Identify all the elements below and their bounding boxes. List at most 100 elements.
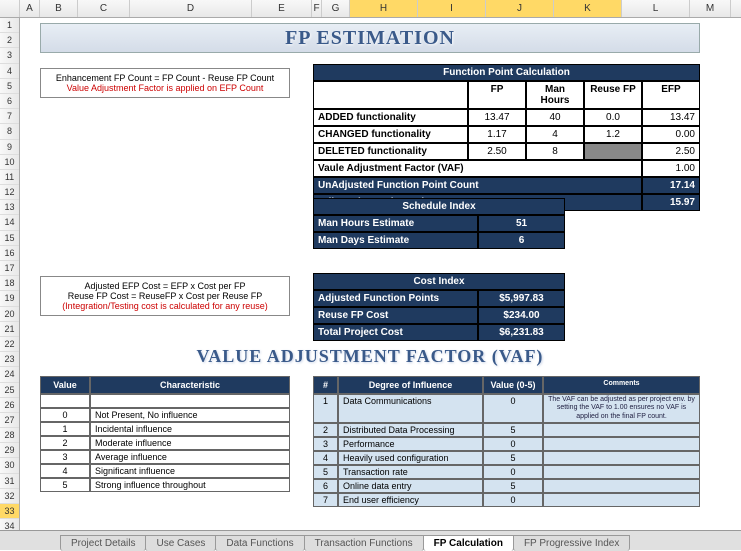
row-num-27[interactable]: 27 bbox=[0, 413, 19, 428]
row-num-21[interactable]: 21 bbox=[0, 322, 19, 337]
row-num-30[interactable]: 30 bbox=[0, 458, 19, 473]
row-num-25[interactable]: 25 bbox=[0, 383, 19, 398]
row-num-26[interactable]: 26 bbox=[0, 398, 19, 413]
row-num-3[interactable]: 3 bbox=[0, 48, 19, 63]
cost-row-2: Total Project Cost$6,231.83 bbox=[313, 324, 565, 341]
row-num-6[interactable]: 6 bbox=[0, 94, 19, 109]
note1-line2: Value Adjustment Factor is applied on EF… bbox=[47, 83, 283, 93]
row-num-9[interactable]: 9 bbox=[0, 140, 19, 155]
page-title: FP ESTIMATION bbox=[41, 24, 699, 52]
tab-use-cases[interactable]: Use Cases bbox=[145, 535, 216, 551]
fpc-row-1: CHANGED functionality1.1741.20.00 bbox=[313, 126, 700, 143]
row-num-11[interactable]: 11 bbox=[0, 170, 19, 185]
tab-project-details[interactable]: Project Details bbox=[60, 535, 146, 551]
doi-row-0: 1Data Communications0The VAF can be adju… bbox=[313, 394, 700, 423]
schedule-row-0: Man Hours Estimate51 bbox=[313, 215, 565, 232]
row-num-24[interactable]: 24 bbox=[0, 367, 19, 382]
note2-line1: Adjusted EFP Cost = EFP x Cost per FP bbox=[47, 281, 283, 291]
row-num-19[interactable]: 19 bbox=[0, 291, 19, 306]
row-num-13[interactable]: 13 bbox=[0, 200, 19, 215]
column-headers: ABCDEFGHIJKLM bbox=[0, 0, 741, 18]
fpc-header: Function Point Calculation bbox=[313, 64, 700, 81]
doi-table: # Degree of Influence Value (0-5) Commen… bbox=[313, 376, 700, 507]
value-characteristic-table: Value Characteristic 0Not Present, No in… bbox=[40, 376, 290, 492]
col-header-K[interactable]: K bbox=[554, 0, 622, 17]
col-header-J[interactable]: J bbox=[486, 0, 554, 17]
note-box-2: Adjusted EFP Cost = EFP x Cost per FP Re… bbox=[40, 276, 290, 316]
doi-row-4: 5Transaction rate0 bbox=[313, 465, 700, 479]
fpc-table: Function Point Calculation FP Man Hours … bbox=[313, 64, 700, 211]
tab-fp-calculation[interactable]: FP Calculation bbox=[423, 535, 514, 551]
doi-row-2: 3Performance0 bbox=[313, 437, 700, 451]
note-box-1: Enhancement FP Count = FP Count - Reuse … bbox=[40, 68, 290, 98]
row-num-20[interactable]: 20 bbox=[0, 307, 19, 322]
fpc-vaf-row: Vaule Adjustment Factor (VAF) 1.00 bbox=[313, 160, 700, 177]
col-header-F[interactable]: F bbox=[312, 0, 322, 17]
title-banner: FP ESTIMATION bbox=[40, 23, 700, 53]
tab-fp-progressive-index[interactable]: FP Progressive Index bbox=[513, 535, 630, 551]
doi-row-6: 7End user efficiency0 bbox=[313, 493, 700, 507]
row-num-17[interactable]: 17 bbox=[0, 261, 19, 276]
row-num-33[interactable]: 33 bbox=[0, 504, 19, 519]
row-num-15[interactable]: 15 bbox=[0, 231, 19, 246]
val-row-2: 2Moderate influence bbox=[40, 436, 290, 450]
row-num-5[interactable]: 5 bbox=[0, 79, 19, 94]
col-header-E[interactable]: E bbox=[252, 0, 312, 17]
row-num-4[interactable]: 4 bbox=[0, 64, 19, 79]
val-headers: Value Characteristic bbox=[40, 376, 290, 394]
val-row-5: 5Strong influence throughout bbox=[40, 478, 290, 492]
cost-table: Cost Index Adjusted Function Points$5,99… bbox=[313, 273, 565, 341]
col-header-B[interactable]: B bbox=[40, 0, 78, 17]
col-header-C[interactable]: C bbox=[78, 0, 130, 17]
col-header-H[interactable]: H bbox=[350, 0, 418, 17]
row-num-22[interactable]: 22 bbox=[0, 337, 19, 352]
col-header-G[interactable]: G bbox=[322, 0, 350, 17]
row-num-10[interactable]: 10 bbox=[0, 155, 19, 170]
col-header-D[interactable]: D bbox=[130, 0, 252, 17]
row-num-31[interactable]: 31 bbox=[0, 474, 19, 489]
vaf-title: VALUE ADJUSTMENT FACTOR (VAF) bbox=[40, 346, 700, 367]
row-num-7[interactable]: 7 bbox=[0, 109, 19, 124]
vaf-banner: VALUE ADJUSTMENT FACTOR (VAF) bbox=[40, 346, 700, 367]
note2-line3: (Integration/Testing cost is calculated … bbox=[47, 301, 283, 311]
row-num-8[interactable]: 8 bbox=[0, 124, 19, 139]
tab-data-functions[interactable]: Data Functions bbox=[215, 535, 304, 551]
col-header-I[interactable]: I bbox=[418, 0, 486, 17]
fpc-col-headers: FP Man Hours Reuse FP EFP bbox=[313, 81, 700, 109]
row-num-12[interactable]: 12 bbox=[0, 185, 19, 200]
doi-headers: # Degree of Influence Value (0-5) Commen… bbox=[313, 376, 700, 394]
row-num-2[interactable]: 2 bbox=[0, 33, 19, 48]
val-row-4: 4Significant influence bbox=[40, 464, 290, 478]
row-num-16[interactable]: 16 bbox=[0, 246, 19, 261]
cost-row-1: Reuse FP Cost$234.00 bbox=[313, 307, 565, 324]
row-num-18[interactable]: 18 bbox=[0, 276, 19, 291]
fpc-row-0: ADDED functionality13.47400.013.47 bbox=[313, 109, 700, 126]
val-row-1: 1Incidental influence bbox=[40, 422, 290, 436]
doi-row-1: 2Distributed Data Processing5 bbox=[313, 423, 700, 437]
row-num-32[interactable]: 32 bbox=[0, 489, 19, 504]
tab-transaction-functions[interactable]: Transaction Functions bbox=[304, 535, 424, 551]
cost-row-0: Adjusted Function Points$5,997.83 bbox=[313, 290, 565, 307]
doi-row-5: 6Online data entry5 bbox=[313, 479, 700, 493]
spreadsheet-area[interactable]: FP ESTIMATION Enhancement FP Count = FP … bbox=[20, 18, 741, 530]
sheet-tabs: Project DetailsUse CasesData FunctionsTr… bbox=[0, 530, 741, 550]
schedule-row-1: Man Days Estimate6 bbox=[313, 232, 565, 249]
col-header-L[interactable]: L bbox=[622, 0, 690, 17]
row-num-29[interactable]: 29 bbox=[0, 443, 19, 458]
col-header-A[interactable]: A bbox=[20, 0, 40, 17]
row-num-1[interactable]: 1 bbox=[0, 18, 19, 33]
doi-row-3: 4Heavily used configuration5 bbox=[313, 451, 700, 465]
col-header-M[interactable]: M bbox=[690, 0, 731, 17]
row-num-14[interactable]: 14 bbox=[0, 215, 19, 230]
row-num-23[interactable]: 23 bbox=[0, 352, 19, 367]
row-num-28[interactable]: 28 bbox=[0, 428, 19, 443]
schedule-table: Schedule Index Man Hours Estimate51Man D… bbox=[313, 198, 565, 249]
doi-comment: The VAF can be adjusted as per project e… bbox=[543, 394, 700, 423]
row-numbers: 1234567891011121314151617181920212223242… bbox=[0, 18, 20, 534]
note2-line2: Reuse FP Cost = ReuseFP x Cost per Reuse… bbox=[47, 291, 283, 301]
fpc-unadjusted-row: UnAdjusted Function Point Count 17.14 bbox=[313, 177, 700, 194]
val-row-3: 3Average influence bbox=[40, 450, 290, 464]
val-blank bbox=[40, 394, 290, 408]
val-row-0: 0Not Present, No influence bbox=[40, 408, 290, 422]
fpc-row-2: DELETED functionality2.5082.50 bbox=[313, 143, 700, 160]
